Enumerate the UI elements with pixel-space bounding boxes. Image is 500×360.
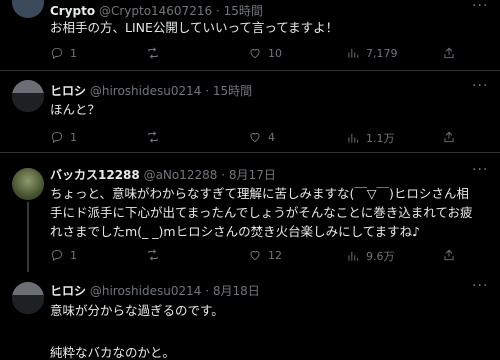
tweet-text: ちょっと、意味がわからなすぎて理解に苦しみますな(￣▽￣)ヒロシさん相 手にド派… [50, 184, 496, 241]
avatar-crypto[interactable] [12, 0, 44, 18]
tweet-text-line: れさまでしたm(_ _)mヒロシさんの焚き火台楽しみにしてますね♪ [50, 224, 421, 239]
handle[interactable]: @Crypto14607216 [99, 4, 212, 18]
tweet-header: バッカス12288 @aNo12288 · 8月17日 [50, 166, 470, 183]
retweet-button[interactable] [146, 130, 166, 144]
like-button[interactable]: 4 [248, 130, 275, 144]
timestamp[interactable]: 15時間 [224, 4, 263, 18]
separator-dot: · [205, 284, 210, 298]
like-count: 12 [268, 248, 282, 262]
reply-icon [51, 131, 63, 144]
like-count: 10 [268, 46, 282, 60]
retweet-button[interactable] [146, 248, 166, 262]
reply-count: 1 [70, 46, 77, 60]
avatar-bacchus[interactable] [12, 168, 44, 200]
divider [0, 70, 500, 71]
thread-line [27, 202, 29, 272]
like-button[interactable]: 12 [248, 248, 282, 262]
views-button[interactable]: 7,179 [346, 46, 398, 60]
share-icon [444, 131, 454, 143]
retweet-icon [148, 249, 158, 261]
divider [0, 152, 500, 153]
tweet-text-line: 手にド派手に下心が出てまったんでしょうがそんなことに巻き込まれてお疲 [50, 205, 473, 220]
tweet-text: お相手の方、LINE公開していいって言ってますよ！ [50, 20, 339, 35]
tweet-bacchus[interactable]: バッカス12288 @aNo12288 · 8月17日 ··· ちょっと、意味が… [0, 158, 500, 272]
more-icon[interactable]: ··· [472, 162, 488, 178]
more-icon[interactable]: ··· [472, 0, 488, 14]
tweet-hiroshi-2[interactable]: ヒロシ @hiroshidesu0214 · 8月18日 ··· 意味が分からな… [0, 274, 500, 360]
heart-icon [250, 251, 260, 261]
tweet-crypto[interactable]: Crypto @Crypto14607216 · 15時間 ··· お相手の方、… [0, 0, 500, 68]
retweet-icon [148, 47, 158, 59]
separator-dot: · [215, 4, 220, 18]
views-button[interactable]: 1.1万 [346, 130, 395, 146]
reply-button[interactable]: 1 [50, 46, 77, 60]
reply-count: 1 [70, 130, 77, 144]
timestamp[interactable]: 15時間 [213, 84, 252, 98]
tweet-header: ヒロシ @hiroshidesu0214 · 8月18日 [50, 282, 470, 299]
separator-dot: · [205, 84, 210, 98]
share-icon [444, 47, 454, 59]
reply-count: 1 [70, 248, 77, 262]
heart-icon [250, 49, 260, 59]
display-name[interactable]: ヒロシ [50, 284, 86, 298]
tweet-text: ほんと？ [50, 102, 101, 117]
share-icon [444, 249, 454, 261]
reply-button[interactable]: 1 [50, 130, 77, 144]
retweet-icon [148, 131, 158, 143]
reply-icon [51, 249, 63, 262]
separator-dot: · [221, 168, 226, 182]
views-icon [348, 133, 359, 143]
views-count: 1.1万 [366, 132, 395, 145]
heart-icon [250, 133, 260, 143]
timestamp[interactable]: 8月18日 [213, 284, 260, 298]
more-icon[interactable]: ··· [472, 78, 488, 94]
more-icon[interactable]: ··· [472, 278, 488, 294]
display-name[interactable]: Crypto [50, 4, 95, 18]
reply-thread: Crypto @Crypto14607216 · 15時間 ··· お相手の方、… [0, 0, 500, 360]
retweet-button[interactable] [146, 46, 166, 60]
avatar-hiroshi[interactable] [12, 80, 44, 112]
like-button[interactable]: 10 [248, 46, 282, 60]
reply-button[interactable]: 1 [50, 248, 77, 262]
tweet-actions: 1 10 7,179 [50, 46, 488, 64]
display-name[interactable]: ヒロシ [50, 84, 86, 98]
share-button[interactable] [442, 130, 456, 144]
share-button[interactable] [442, 46, 456, 60]
tweet-hiroshi-1[interactable]: ヒロシ @hiroshidesu0214 · 15時間 ··· ほんと？ 1 4… [0, 76, 500, 150]
share-button[interactable] [442, 248, 456, 262]
like-count: 4 [268, 130, 275, 144]
tweet-header: Crypto @Crypto14607216 · 15時間 [50, 2, 470, 19]
tweet-actions: 1 12 9.6万 [50, 248, 488, 266]
avatar-hiroshi[interactable] [12, 282, 44, 314]
timestamp[interactable]: 8月17日 [229, 168, 276, 182]
tweet-actions: 1 4 1.1万 [50, 130, 488, 148]
reply-icon [51, 47, 63, 60]
handle[interactable]: @hiroshidesu0214 [90, 84, 202, 98]
views-icon [348, 251, 359, 261]
handle[interactable]: @aNo12288 [144, 168, 218, 182]
tweet-text-line [50, 321, 488, 342]
tweet-text-line: ちょっと、意味がわからなすぎて理解に苦しみますな(￣▽￣)ヒロシさん相 [50, 186, 469, 201]
handle[interactable]: @hiroshidesu0214 [90, 284, 202, 298]
views-count: 7,179 [366, 46, 398, 60]
display-name[interactable]: バッカス12288 [50, 168, 140, 182]
views-button[interactable]: 9.6万 [346, 248, 395, 264]
tweet-text: 意味が分からな過ぎるのです。 純粋なバカなのかと。 [50, 300, 488, 360]
tweet-text-line: 純粋なバカなのかと。 [50, 345, 176, 360]
views-count: 9.6万 [366, 250, 395, 263]
tweet-text-line: 意味が分からな過ぎるのです。 [50, 303, 224, 318]
views-icon [348, 48, 359, 58]
tweet-header: ヒロシ @hiroshidesu0214 · 15時間 [50, 82, 470, 99]
